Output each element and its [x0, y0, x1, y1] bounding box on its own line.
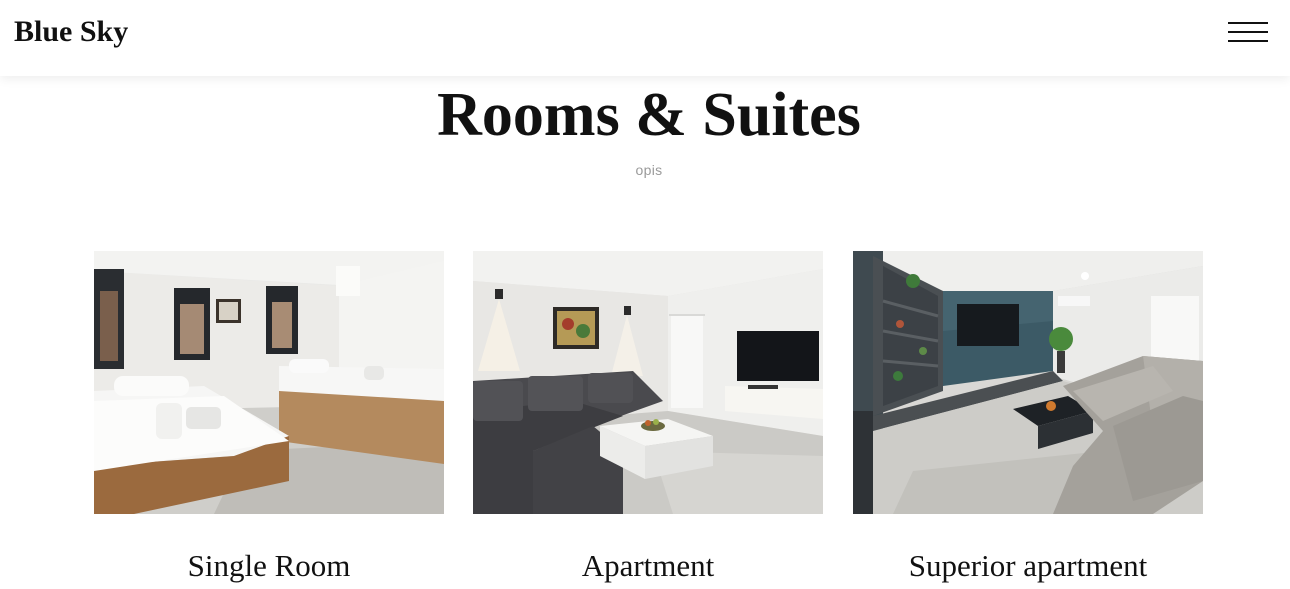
- page-title: Rooms & Suites: [437, 81, 861, 149]
- apartment-photo[interactable]: [473, 251, 823, 514]
- menu-line: [1228, 22, 1268, 24]
- site-header: Blue Sky: [0, 0, 1290, 76]
- single-room-photo[interactable]: [94, 251, 444, 514]
- room-card-single-room[interactable]: Single Room: [94, 251, 444, 584]
- hamburger-menu-icon[interactable]: [1226, 18, 1270, 46]
- page-subtitle: opis: [635, 162, 663, 178]
- superior-apartment-photo[interactable]: [853, 251, 1203, 514]
- menu-line: [1228, 31, 1268, 33]
- room-name-apartment[interactable]: Apartment: [473, 548, 823, 584]
- room-card-superior-apartment[interactable]: Superior apartment: [853, 251, 1203, 584]
- brand-logo[interactable]: Blue Sky: [14, 14, 128, 50]
- menu-line: [1228, 40, 1268, 42]
- room-name-single-room[interactable]: Single Room: [94, 548, 444, 584]
- room-card-apartment[interactable]: Apartment: [473, 251, 823, 584]
- room-name-superior-apartment[interactable]: Superior apartment: [853, 548, 1203, 584]
